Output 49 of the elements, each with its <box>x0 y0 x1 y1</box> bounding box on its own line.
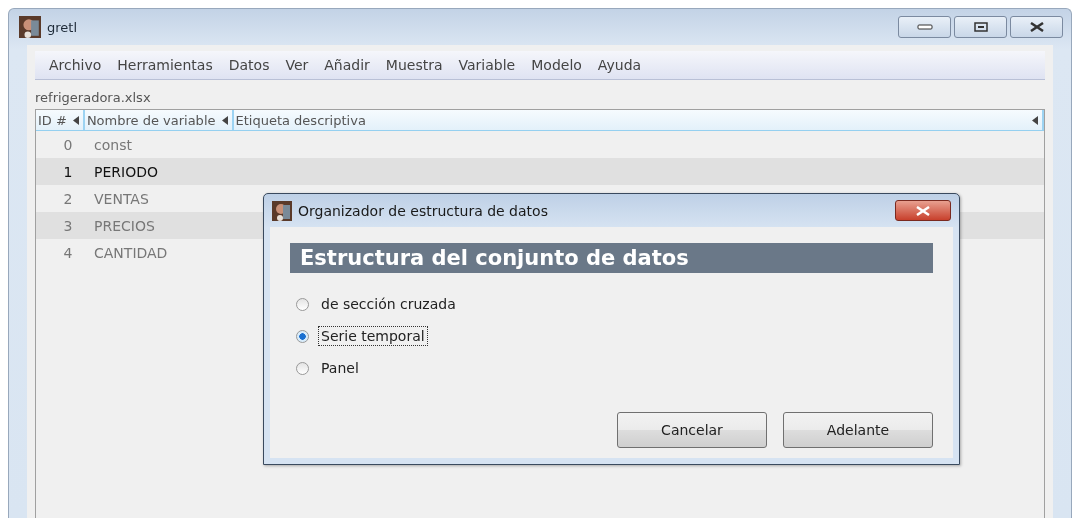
table-cell: PERIODO <box>94 163 158 180</box>
sort-arrow-icon <box>72 115 79 125</box>
table-cell-text: 1 <box>62 163 74 180</box>
menu-item[interactable]: Datos <box>220 57 278 73</box>
table-cell-text: 0 <box>62 136 74 153</box>
option-label[interactable]: Serie temporal <box>319 327 427 345</box>
table-row[interactable]: 0 const <box>36 131 1044 158</box>
table-cell-text: 2 <box>62 190 74 207</box>
maximize-icon <box>973 22 988 32</box>
file-name: refrigeradora.xlsx <box>35 89 152 107</box>
minimize-icon <box>916 24 933 30</box>
radio-button[interactable] <box>296 361 309 375</box>
menu-item[interactable]: Modelo <box>523 57 590 73</box>
table-row[interactable]: 1 PERIODO <box>36 158 1044 185</box>
table-cell: const <box>94 136 132 153</box>
close-icon <box>1028 22 1045 32</box>
window-title: gretl <box>47 19 79 35</box>
app-icon <box>19 16 41 38</box>
option-label[interactable]: de sección cruzada <box>319 295 458 313</box>
column-header[interactable]: Nombre de variable <box>84 110 234 130</box>
column-header[interactable]: ID # <box>36 110 85 130</box>
sort-arrow-icon <box>221 115 228 125</box>
menu-item[interactable]: Archivo <box>41 57 110 73</box>
menu-item[interactable]: Muestra <box>377 57 451 73</box>
table-cell: PRECIOS <box>94 217 155 234</box>
close-icon <box>915 205 931 216</box>
table-cell: CANTIDAD <box>94 244 168 261</box>
menu-item[interactable]: Ayuda <box>589 57 650 73</box>
option-label[interactable]: Panel <box>319 359 361 377</box>
sort-arrow-icon <box>1032 115 1038 125</box>
close-button[interactable] <box>895 200 951 221</box>
dialog-button[interactable]: Cancelar <box>617 412 767 448</box>
dialog-title: Organizador de estructura de datos <box>298 202 549 219</box>
column-header[interactable]: Etiqueta descriptiva <box>233 110 1044 130</box>
app-icon <box>272 200 292 221</box>
table-cell-text: 4 <box>62 244 74 261</box>
radio-button[interactable] <box>296 297 309 311</box>
menu-item[interactable]: Herramientas <box>109 57 221 73</box>
close-button[interactable] <box>1010 16 1063 38</box>
table-cell-text: 3 <box>62 217 74 234</box>
radio-button[interactable] <box>296 329 309 343</box>
menu-item[interactable]: Ver <box>277 57 317 73</box>
minimize-button[interactable] <box>898 16 951 38</box>
menu-item[interactable]: Variable <box>450 57 524 73</box>
table-cell: VENTAS <box>94 190 149 207</box>
maximize-button[interactable] <box>954 16 1007 38</box>
menu-item[interactable]: Añadir <box>316 57 378 73</box>
dialog-button[interactable]: Adelante <box>783 412 933 448</box>
dialog-heading: Estructura del conjunto de datos <box>290 243 933 273</box>
